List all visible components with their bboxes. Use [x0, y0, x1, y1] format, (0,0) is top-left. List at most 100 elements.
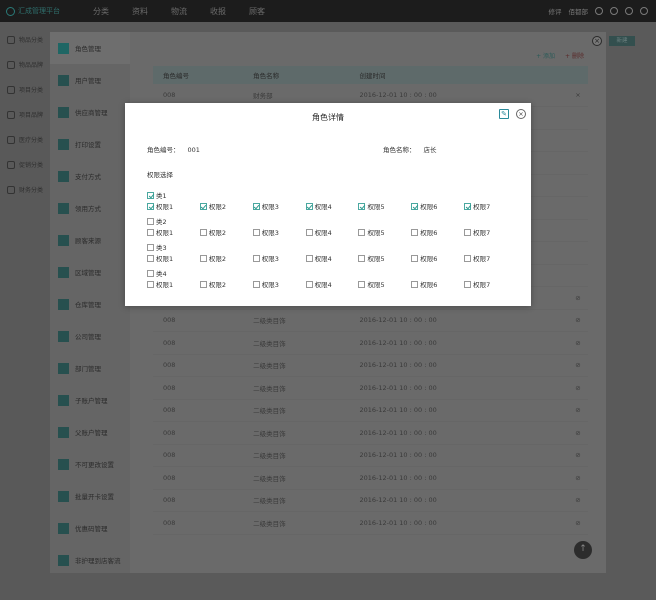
sub-sidebar-item[interactable]: 父账户管理 [50, 416, 130, 448]
row-action-icon[interactable]: ⊘ [568, 286, 588, 310]
permission-checkbox[interactable]: 权限7 [464, 253, 517, 263]
permission-checkbox[interactable]: 权限2 [199, 227, 253, 237]
row-action-icon[interactable]: ⊘ [568, 376, 588, 400]
permission-checkbox[interactable]: 权限1 [147, 201, 200, 211]
permission-checkbox[interactable]: 权限1 [147, 227, 200, 237]
permission-checkbox[interactable]: 权限4 [305, 279, 359, 289]
permission-checkbox[interactable]: 权限2 [199, 253, 253, 263]
table-row[interactable]: 008二级类目饰2016-12-01 10 : 00 : 00⊘ [153, 511, 588, 535]
category-checkbox[interactable]: 类2 [147, 216, 167, 226]
top-nav-item[interactable]: 资料 [132, 6, 148, 17]
checkbox-icon[interactable] [305, 280, 313, 288]
table-row[interactable]: 008二级类目饰2016-12-01 10 : 00 : 00⊘ [153, 309, 588, 332]
sub-sidebar-item[interactable]: 公司管理 [50, 320, 130, 352]
category-checkbox[interactable]: 类3 [147, 242, 167, 252]
permission-checkbox[interactable]: 权限6 [411, 201, 464, 211]
checkbox-icon[interactable] [464, 254, 472, 262]
sub-sidebar-item[interactable]: 子账户管理 [50, 384, 130, 416]
checkbox-icon[interactable] [252, 254, 260, 262]
permission-checkbox[interactable]: 权限1 [147, 253, 200, 263]
row-action-icon[interactable]: ⊘ [568, 354, 588, 377]
sub-sidebar-item[interactable]: 用户管理 [50, 64, 130, 96]
row-action-icon[interactable] [568, 174, 588, 197]
scroll-top-button[interactable]: ↑ [574, 541, 592, 559]
row-action-icon[interactable] [568, 151, 588, 175]
permission-checkbox[interactable]: 权限4 [305, 253, 359, 263]
checkbox-icon[interactable] [147, 202, 154, 210]
permission-checkbox[interactable]: 权限2 [199, 279, 253, 289]
top-link[interactable]: 佰都部 [569, 6, 589, 16]
permission-checkbox[interactable]: 权限1 [147, 279, 200, 289]
permission-checkbox[interactable]: 权限7 [464, 227, 517, 237]
category-checkbox[interactable]: 类1 [147, 190, 167, 200]
close-icon[interactable]: × [516, 109, 526, 119]
top-link[interactable]: 修评 [549, 6, 562, 16]
checkbox-icon[interactable] [464, 280, 472, 288]
table-row[interactable]: 008二级类目饰2016-12-01 10 : 00 : 00⊘ [153, 354, 588, 377]
top-nav-item[interactable]: 物流 [171, 6, 187, 17]
checkbox-icon[interactable] [147, 243, 154, 251]
table-row[interactable]: 008二级类目饰2016-12-01 10 : 00 : 00⊘ [153, 489, 588, 512]
sub-sidebar-item[interactable]: 区域管理 [50, 256, 130, 288]
row-action-icon[interactable]: × [568, 84, 588, 107]
permission-checkbox[interactable]: 权限3 [252, 201, 306, 211]
sub-sidebar-item[interactable]: 非护理到店客流 [50, 544, 130, 576]
top-nav-item[interactable]: 分类 [93, 6, 109, 17]
permission-checkbox[interactable]: 权限5 [358, 279, 411, 289]
sub-sidebar-item[interactable]: 支付方式 [50, 160, 130, 192]
sub-sidebar-item[interactable]: 领用方式 [50, 192, 130, 224]
permission-checkbox[interactable]: 权限5 [358, 201, 411, 211]
permission-checkbox[interactable]: 权限6 [411, 227, 464, 237]
table-row[interactable]: 008二级类目饰2016-12-01 10 : 00 : 00⊘ [153, 444, 588, 467]
checkbox-icon[interactable] [199, 280, 207, 288]
top-nav-item[interactable]: 收报 [210, 6, 226, 17]
checkbox-icon[interactable] [252, 280, 260, 288]
permission-checkbox[interactable]: 权限3 [252, 253, 306, 263]
row-action-icon[interactable] [568, 106, 588, 130]
row-action-icon[interactable]: ⊘ [568, 444, 588, 467]
checkbox-icon[interactable] [305, 254, 313, 262]
checkbox-icon[interactable] [464, 228, 472, 236]
main-sidebar-item[interactable]: 项目品牌 [0, 102, 50, 127]
sub-sidebar-item[interactable]: 批量开卡设置 [50, 480, 130, 512]
checkbox-icon[interactable] [199, 254, 207, 262]
checkbox-icon[interactable] [147, 228, 154, 236]
row-action-icon[interactable] [568, 264, 588, 287]
row-action-icon[interactable] [568, 241, 588, 265]
row-action-icon[interactable] [568, 219, 588, 242]
main-sidebar-item[interactable]: 医疗分类 [0, 127, 50, 152]
table-row[interactable]: 008二级类目饰2016-12-01 10 : 00 : 00⊘ [153, 376, 588, 400]
checkbox-icon[interactable] [252, 202, 260, 210]
sub-sidebar-item[interactable]: 顾客来源 [50, 224, 130, 256]
main-sidebar-item[interactable]: 物品分类 [0, 27, 50, 52]
row-action-icon[interactable]: ⊘ [568, 466, 588, 490]
main-sidebar-item[interactable]: 物品品牌 [0, 52, 50, 77]
table-row[interactable]: 008二级类目饰2016-12-01 10 : 00 : 00⊘ [153, 466, 588, 490]
checkbox-icon[interactable] [358, 254, 366, 262]
checkbox-icon[interactable] [411, 280, 419, 288]
permission-checkbox[interactable]: 权限4 [305, 227, 359, 237]
main-sidebar-item[interactable]: 促销分类 [0, 152, 50, 177]
sub-sidebar-item[interactable]: 供应商管理 [50, 96, 130, 128]
edit-icon[interactable]: ✎ [499, 109, 509, 119]
delete-button[interactable]: + 删除 [565, 51, 584, 60]
row-action-icon[interactable] [568, 129, 588, 152]
row-action-icon[interactable]: ⊘ [568, 399, 588, 422]
table-row[interactable]: 008二级类目饰2016-12-01 10 : 00 : 00⊘ [153, 421, 588, 445]
permission-checkbox[interactable]: 权限2 [199, 201, 253, 211]
permission-checkbox[interactable]: 权限5 [358, 253, 411, 263]
checkbox-icon[interactable] [147, 217, 154, 225]
row-action-icon[interactable]: ⊘ [568, 421, 588, 445]
sub-sidebar-item[interactable]: 不可更改设置 [50, 448, 130, 480]
checkbox-icon[interactable] [147, 191, 154, 199]
checkbox-icon[interactable] [199, 228, 207, 236]
close-icon[interactable]: × [592, 36, 602, 46]
checkbox-icon[interactable] [305, 228, 313, 236]
row-action-icon[interactable]: ⊘ [568, 511, 588, 535]
power-icon[interactable] [640, 7, 648, 15]
table-row[interactable]: 008二级类目饰2016-12-01 10 : 00 : 00⊘ [153, 331, 588, 355]
checkbox-icon[interactable] [411, 254, 419, 262]
sub-sidebar-item[interactable]: 仓库管理 [50, 288, 130, 320]
checkbox-icon[interactable] [305, 202, 313, 210]
table-row[interactable]: 008二级类目饰2016-12-01 10 : 00 : 00⊘ [153, 399, 588, 422]
